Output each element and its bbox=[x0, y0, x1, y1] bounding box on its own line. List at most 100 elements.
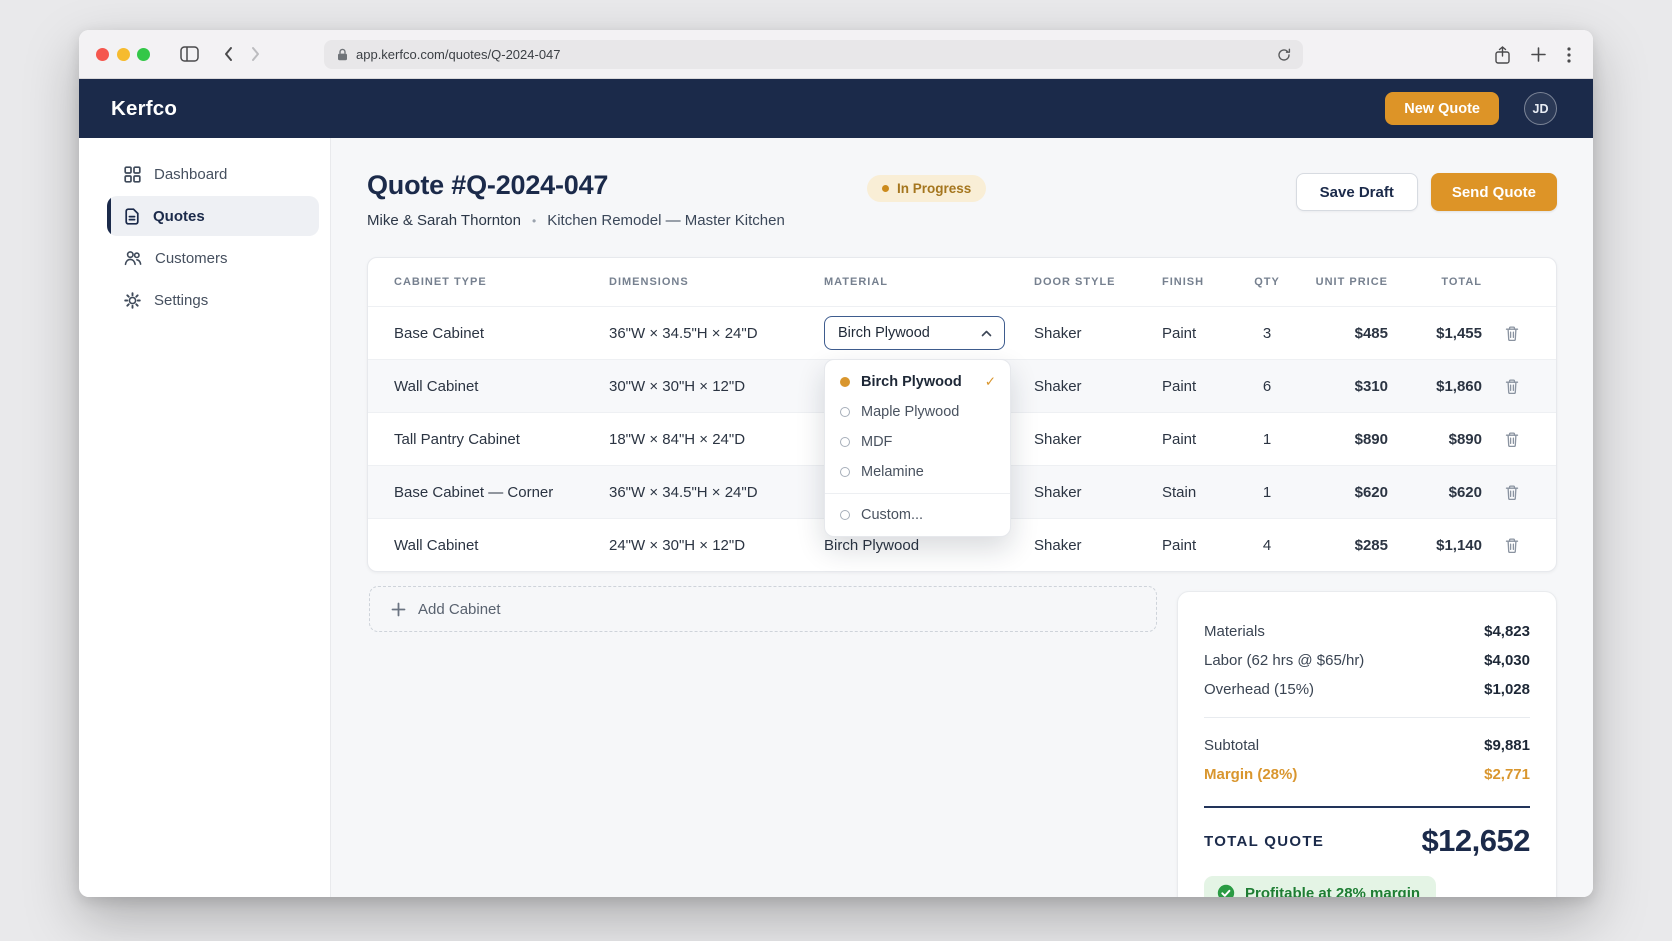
qty-cell: 1 bbox=[1237, 431, 1297, 448]
dropdown-option-custom[interactable]: Custom... bbox=[825, 500, 1010, 530]
material-cell: Birch Plywood bbox=[824, 537, 1034, 554]
total-cell: $620 bbox=[1388, 484, 1482, 501]
finish-cell: Paint bbox=[1162, 325, 1237, 342]
dot-separator: • bbox=[532, 214, 536, 228]
new-quote-button[interactable]: New Quote bbox=[1385, 92, 1499, 125]
url-text: app.kerfco.com/quotes/Q-2024-047 bbox=[356, 47, 1277, 62]
dimensions-cell: 24"W × 30"H × 12"D bbox=[609, 537, 824, 554]
dropdown-option-label: MDF bbox=[861, 434, 892, 450]
column-header: MATERIAL bbox=[824, 276, 1034, 288]
lock-icon bbox=[337, 48, 348, 61]
save-draft-button[interactable]: Save Draft bbox=[1296, 173, 1418, 211]
summary-label: Margin (28%) bbox=[1204, 760, 1297, 789]
users-icon bbox=[124, 250, 142, 266]
sidebar-item-dashboard[interactable]: Dashboard bbox=[107, 154, 319, 194]
add-cabinet-button[interactable]: Add Cabinet bbox=[369, 586, 1157, 632]
page-title: Quote #Q-2024-047 bbox=[367, 170, 867, 201]
total-quote-label: TOTAL QUOTE bbox=[1204, 833, 1324, 850]
line-items-table: CABINET TYPE DIMENSIONS MATERIAL DOOR ST… bbox=[367, 257, 1557, 572]
dropdown-option-label: Maple Plywood bbox=[861, 404, 959, 420]
summary-value: $4,823 bbox=[1484, 617, 1530, 646]
new-tab-icon[interactable] bbox=[1531, 47, 1546, 62]
radio-icon bbox=[840, 407, 850, 417]
profit-check-icon bbox=[1217, 884, 1235, 897]
delete-row-button[interactable] bbox=[1500, 321, 1524, 346]
total-cell: $1,455 bbox=[1388, 325, 1482, 342]
send-quote-button[interactable]: Send Quote bbox=[1431, 173, 1557, 211]
cabinet-type-cell: Wall Cabinet bbox=[394, 537, 609, 554]
summary-value: $2,771 bbox=[1484, 760, 1530, 789]
share-icon[interactable] bbox=[1495, 46, 1510, 64]
minimize-window-icon[interactable] bbox=[117, 48, 130, 61]
delete-row-button[interactable] bbox=[1500, 374, 1524, 399]
zoom-window-icon[interactable] bbox=[137, 48, 150, 61]
unit-price-cell: $485 bbox=[1297, 325, 1388, 342]
radio-selected-icon bbox=[840, 377, 850, 387]
delete-row-button[interactable] bbox=[1500, 427, 1524, 452]
column-header: FINISH bbox=[1162, 276, 1237, 288]
sidebar-item-label: Quotes bbox=[153, 208, 205, 225]
summary-line-overhead: Overhead (15%) $1,028 bbox=[1204, 675, 1530, 704]
add-cabinet-label: Add Cabinet bbox=[418, 601, 501, 618]
qty-cell: 3 bbox=[1237, 325, 1297, 342]
profitability-badge: Profitable at 28% margin bbox=[1204, 876, 1436, 897]
unit-price-cell: $890 bbox=[1297, 431, 1388, 448]
dimensions-cell: 30"W × 30"H × 12"D bbox=[609, 378, 824, 395]
cabinet-type-cell: Tall Pantry Cabinet bbox=[394, 431, 609, 448]
browser-chrome: app.kerfco.com/quotes/Q-2024-047 bbox=[79, 30, 1593, 79]
summary-line-materials: Materials $4,823 bbox=[1204, 617, 1530, 646]
sidebar-item-quotes[interactable]: Quotes bbox=[107, 196, 319, 236]
radio-icon bbox=[840, 437, 850, 447]
door-style-cell: Shaker bbox=[1034, 484, 1162, 501]
quote-summary-panel: Materials $4,823 Labor (62 hrs @ $65/hr)… bbox=[1177, 591, 1557, 897]
finish-cell: Stain bbox=[1162, 484, 1237, 501]
material-select-value: Birch Plywood bbox=[838, 325, 930, 341]
cabinet-type-cell: Wall Cabinet bbox=[394, 378, 609, 395]
summary-line-labor: Labor (62 hrs @ $65/hr) $4,030 bbox=[1204, 646, 1530, 675]
total-quote-value: $12,652 bbox=[1421, 823, 1530, 859]
delete-row-button[interactable] bbox=[1500, 533, 1524, 558]
dropdown-option-melamine[interactable]: Melamine bbox=[825, 457, 1010, 487]
reload-icon[interactable] bbox=[1277, 48, 1291, 62]
avatar[interactable]: JD bbox=[1524, 92, 1557, 125]
sidebar-item-settings[interactable]: Settings bbox=[107, 280, 319, 320]
delete-row-button[interactable] bbox=[1500, 480, 1524, 505]
sidebar-item-customers[interactable]: Customers bbox=[107, 238, 319, 278]
sidebar: Dashboard Quotes Customers Settings bbox=[79, 138, 331, 897]
dropdown-option-label: Birch Plywood bbox=[861, 374, 962, 390]
customer-name: Mike & Sarah Thornton bbox=[367, 212, 521, 229]
summary-value: $9,881 bbox=[1484, 731, 1530, 760]
cabinet-type-cell: Base Cabinet bbox=[394, 325, 609, 342]
summary-label: Overhead (15%) bbox=[1204, 675, 1314, 704]
grid-icon bbox=[124, 166, 141, 183]
chevron-up-icon bbox=[981, 330, 992, 337]
summary-divider bbox=[1204, 717, 1530, 718]
table-row: Base Cabinet 36"W × 34.5"H × 24"D Birch … bbox=[368, 306, 1556, 359]
close-window-icon[interactable] bbox=[96, 48, 109, 61]
sidebar-item-label: Settings bbox=[154, 292, 208, 309]
quote-subtitle: Mike & Sarah Thornton • Kitchen Remodel … bbox=[367, 212, 867, 229]
menu-divider bbox=[825, 493, 1010, 494]
column-header: CABINET TYPE bbox=[394, 276, 609, 288]
page-header: Quote #Q-2024-047 Mike & Sarah Thornton … bbox=[367, 170, 1557, 229]
url-bar[interactable]: app.kerfco.com/quotes/Q-2024-047 bbox=[324, 40, 1303, 69]
forward-icon[interactable] bbox=[251, 46, 261, 62]
dimensions-cell: 18"W × 84"H × 24"D bbox=[609, 431, 824, 448]
summary-value: $1,028 bbox=[1484, 675, 1530, 704]
dimensions-cell: 36"W × 34.5"H × 24"D bbox=[609, 325, 824, 342]
unit-price-cell: $620 bbox=[1297, 484, 1388, 501]
project-name: Kitchen Remodel — Master Kitchen bbox=[547, 212, 785, 229]
dropdown-option-birch-plywood[interactable]: Birch Plywood ✓ bbox=[825, 367, 1010, 397]
more-menu-icon[interactable] bbox=[1567, 47, 1571, 63]
total-quote-row: TOTAL QUOTE $12,652 bbox=[1204, 823, 1530, 859]
status-badge: In Progress bbox=[867, 175, 986, 202]
total-cell: $1,860 bbox=[1388, 378, 1482, 395]
material-select[interactable]: Birch Plywood bbox=[824, 316, 1005, 350]
summary-value: $4,030 bbox=[1484, 646, 1530, 675]
dropdown-option-maple-plywood[interactable]: Maple Plywood bbox=[825, 397, 1010, 427]
dropdown-option-mdf[interactable]: MDF bbox=[825, 427, 1010, 457]
brand-logo: Kerfco bbox=[111, 97, 177, 121]
profitability-badge-label: Profitable at 28% margin bbox=[1245, 885, 1420, 898]
sidebar-toggle-icon[interactable] bbox=[180, 46, 199, 62]
back-icon[interactable] bbox=[223, 46, 233, 62]
